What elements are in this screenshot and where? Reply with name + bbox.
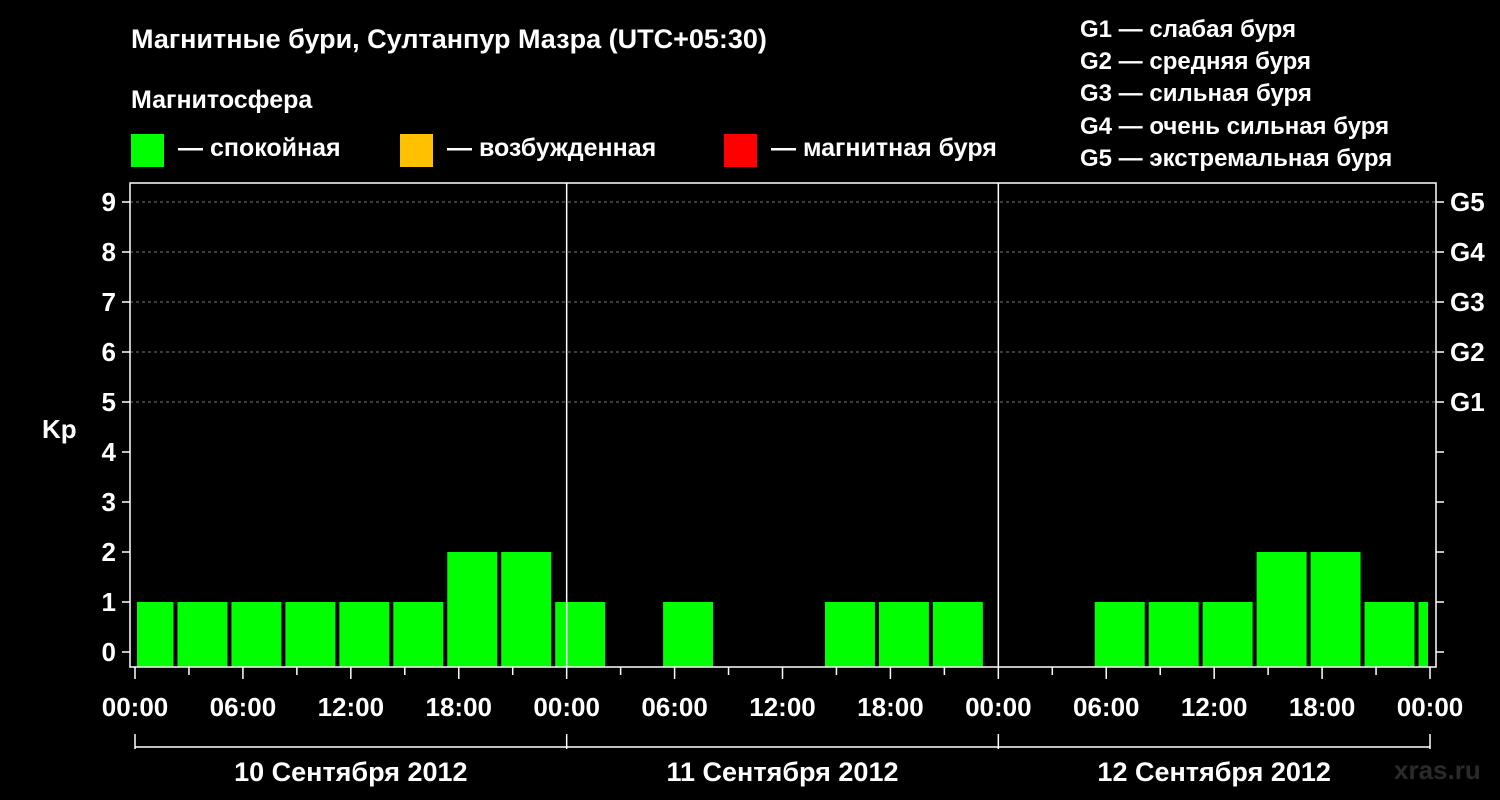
kp-bar [1418,602,1428,667]
day-label: 10 Сентября 2012 [234,757,467,787]
x-tick-label: 18:00 [426,692,493,722]
kp-bar [285,602,336,667]
day-label: 11 Сентября 2012 [667,757,899,787]
kp-bar [555,602,606,667]
kp-bar [137,602,174,667]
y-axis-label: Kp [42,414,77,444]
plot-frame [129,182,1437,668]
y-tick-label: 8 [102,237,116,267]
kp-bar [447,552,498,667]
g-level-label: G5 [1450,187,1485,217]
kp-bar [932,602,983,667]
y-tick-label: 0 [102,637,116,667]
kp-bar [824,602,875,667]
g-level-label: G4 [1450,237,1485,267]
x-tick-label: 06:00 [210,692,277,722]
g-level-label: G1 [1450,387,1485,417]
x-tick-label: 12:00 [318,692,385,722]
kp-bar [663,602,714,667]
day-label: 12 Сентября 2012 [1097,757,1330,787]
x-tick-label: 18:00 [1289,692,1356,722]
kp-bar [1364,602,1415,667]
kp-bar [1094,602,1145,667]
x-tick-label: 00:00 [1397,692,1464,722]
kp-bar [1148,602,1199,667]
g-level-label: G2 [1450,337,1485,367]
g-level-label: G3 [1450,287,1485,317]
x-tick-label: 12:00 [1181,692,1248,722]
y-tick-label: 5 [102,387,116,417]
x-tick-label: 06:00 [1073,692,1140,722]
x-tick-label: 06:00 [641,692,708,722]
kp-bar [393,602,444,667]
kp-bar [231,602,282,667]
kp-bar [1202,602,1253,667]
x-tick-label: 00:00 [102,692,169,722]
kp-bar [501,552,552,667]
x-tick-label: 18:00 [857,692,924,722]
kp-bar [177,602,228,667]
kp-bar [1256,552,1307,667]
x-tick-label: 00:00 [533,692,600,722]
y-tick-label: 3 [102,487,116,517]
kp-bar-chart: 0 1 2 3 4 5 6 7 8 9 G1 G2 G3 G4 G5 Kp 00:00 06:00 12:00 18:… [42,182,1485,787]
watermark: xras.ru [1394,755,1481,785]
y-tick-label: 9 [102,187,116,217]
y-tick-label: 7 [102,287,116,317]
y-tick-label: 4 [102,437,117,467]
y-tick-label: 1 [102,587,116,617]
kp-bar [1310,552,1361,667]
y-tick-label: 2 [102,537,116,567]
x-tick-label: 00:00 [965,692,1032,722]
kp-bar [339,602,390,667]
x-tick-label: 12:00 [749,692,816,722]
y-tick-label: 6 [102,337,116,367]
kp-bar [878,602,929,667]
